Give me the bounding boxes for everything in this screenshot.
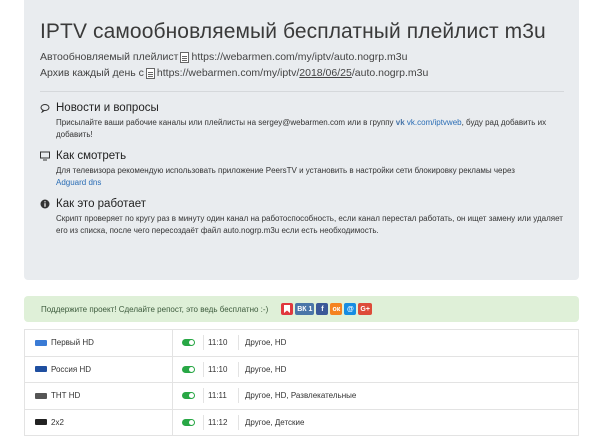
share-bar: Поддержите проект! Сделайте репост, это … <box>24 296 579 322</box>
table-row[interactable]: ТНТ HD 11:11 Другое, HD, Развлекательные <box>25 383 578 410</box>
channel-time: 11:12 <box>203 414 238 430</box>
how-text: Скрипт проверяет по кругу раз в минуту о… <box>56 214 563 235</box>
auto-playlist-line: Автообновляемый плейлист https://webarme… <box>40 51 563 63</box>
channel-categories: Другое, HD <box>238 335 286 351</box>
archive-label: Архив каждый день с <box>40 67 144 79</box>
archive-url[interactable]: https://webarmen.com/my/iptv/2018/06/25/… <box>157 67 428 79</box>
auto-playlist-label: Автообновляемый плейлист <box>40 51 179 63</box>
channel-time: 11:10 <box>203 335 238 351</box>
news-text: Присылайте ваши рабочие каналы или плейл… <box>56 118 547 139</box>
channel-logo <box>35 366 47 373</box>
channel-name-cell: Россия HD <box>25 356 173 382</box>
share-mailru-button[interactable]: @ <box>344 303 357 315</box>
archive-date-link[interactable]: 2018/06/25 <box>299 67 352 79</box>
channel-time: 11:11 <box>203 388 238 404</box>
share-text: Поддержите проект! Сделайте репост, это … <box>41 304 269 314</box>
info-panel: IPTV самообновляемый бесплатный плейлист… <box>24 0 579 280</box>
table-row[interactable]: Первый HD 11:10 Другое, HD <box>25 330 578 357</box>
watch-text: Для телевизора рекомендую использовать п… <box>56 166 515 187</box>
channel-categories: Другое, Детские <box>238 414 304 430</box>
toggle-on-icon <box>181 339 195 347</box>
status-toggle[interactable] <box>173 383 203 409</box>
channel-name[interactable]: 2x2 <box>51 418 64 427</box>
share-facebook-button[interactable]: f <box>316 303 329 315</box>
channel-logo <box>35 419 47 426</box>
share-googleplus-button[interactable]: G+ <box>358 303 372 315</box>
status-toggle[interactable] <box>173 330 203 356</box>
news-title: Новости и вопросы <box>56 102 159 114</box>
toggle-on-icon <box>181 392 195 400</box>
page-title: IPTV самообновляемый бесплатный плейлист… <box>40 20 546 43</box>
how-section: Как это работает Скрипт проверяет по кру… <box>40 198 563 236</box>
watch-title: Как смотреть <box>56 150 127 162</box>
adguard-link[interactable]: Adguard dns <box>56 178 101 187</box>
info-icon <box>40 199 50 209</box>
channel-categories: Другое, HD, Развлекательные <box>238 388 356 404</box>
channel-table: Первый HD 11:10 Другое, HD Россия HD 11:10 Др… <box>24 329 579 436</box>
channel-name-cell: Первый HD <box>25 330 173 356</box>
status-toggle[interactable] <box>173 410 203 436</box>
table-row[interactable]: Россия HD 11:10 Другое, HD <box>25 356 578 383</box>
watch-section: Как смотреть Для телевизора рекомендую и… <box>40 150 563 188</box>
news-section: Новости и вопросы Присылайте ваши рабочи… <box>40 102 563 140</box>
comment-icon <box>40 103 50 114</box>
channel-categories: Другое, HD <box>238 361 286 377</box>
channel-name[interactable]: Первый HD <box>51 338 94 347</box>
archive-line: Архив каждый день с https://webarmen.com… <box>40 67 563 79</box>
channel-logo <box>35 392 47 399</box>
channel-name[interactable]: Россия HD <box>51 365 91 374</box>
document-icon <box>145 67 155 79</box>
channel-logo <box>35 339 47 346</box>
channel-name-cell: 2x2 <box>25 409 173 435</box>
share-buttons: ВК 1 f ок @ G+ <box>281 303 372 315</box>
auto-playlist-url[interactable]: https://webarmen.com/my/iptv/auto.nogrp.… <box>191 51 407 63</box>
document-icon <box>180 51 190 63</box>
share-bookmark-button[interactable] <box>281 303 294 315</box>
channel-time: 11:10 <box>203 361 238 377</box>
vk-group-link[interactable]: vk.com/iptvweb <box>407 118 462 127</box>
toggle-on-icon <box>181 418 195 426</box>
share-odnoklassniki-button[interactable]: ок <box>330 303 343 315</box>
channel-name-cell: ТНТ HD <box>25 383 173 409</box>
status-toggle[interactable] <box>173 357 203 383</box>
divider <box>40 91 564 92</box>
toggle-on-icon <box>181 365 195 373</box>
tv-icon <box>40 151 50 161</box>
how-title: Как это работает <box>56 198 147 210</box>
channel-name[interactable]: ТНТ HD <box>51 391 80 400</box>
vk-icon: vk <box>395 118 405 127</box>
table-row[interactable]: 2x2 11:12 Другое, Детские <box>25 409 578 436</box>
share-vk-button[interactable]: ВК 1 <box>295 303 315 315</box>
